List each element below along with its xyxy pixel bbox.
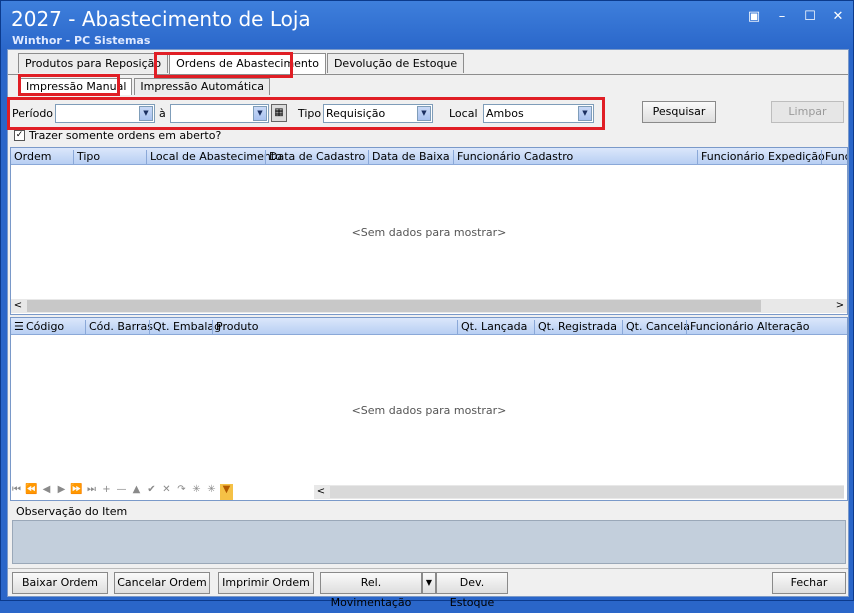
close-icon[interactable]: ✕ xyxy=(831,9,845,24)
chevron-down-icon[interactable]: ▼ xyxy=(422,572,436,594)
observacao-label: Observação do Item xyxy=(16,505,128,518)
col-produto[interactable]: Produto xyxy=(212,320,258,334)
col-local-abastecimento[interactable]: Local de Abastecimento xyxy=(146,150,282,164)
chevron-down-icon[interactable]: ▼ xyxy=(578,106,592,121)
col-funcionario-expedicao[interactable]: Funcionário Expedição xyxy=(697,150,825,164)
periodo-de-field[interactable]: ▼ xyxy=(55,104,155,123)
itens-grid[interactable]: ☰ Código Cód. Barras Qt. Embalag Produto… xyxy=(10,317,848,501)
checkbox-checked-icon[interactable]: ✓ xyxy=(14,130,25,141)
itens-grid-header: ☰ Código Cód. Barras Qt. Embalag Produto… xyxy=(11,318,847,335)
col-ordem[interactable]: Ordem xyxy=(11,150,51,164)
col-qt-lancada[interactable]: Qt. Lançada xyxy=(457,320,527,334)
minimize-icon[interactable]: – xyxy=(775,9,789,24)
tab-divider xyxy=(8,74,848,75)
fechar-button[interactable]: Fechar xyxy=(772,572,846,594)
filter-icon[interactable]: ▼ xyxy=(220,484,233,500)
navigator-bar: ⏮ ⏪ ◀ ▶ ⏩ ⏭ + — ▲ ✔ ✕ ↷ ✳ ✳ ▼ xyxy=(10,484,233,500)
chevron-down-icon[interactable]: ▼ xyxy=(253,106,267,121)
rel-movimentacao-button[interactable]: Rel. Movimentação xyxy=(320,572,422,609)
chevron-down-icon[interactable]: ▼ xyxy=(139,106,153,121)
observacao-field[interactable] xyxy=(12,520,846,564)
col-qt-registrada[interactable]: Qt. Registrada xyxy=(534,320,617,334)
prev-record-icon[interactable]: ◀ xyxy=(40,484,53,500)
local-label: Local xyxy=(449,107,478,120)
calendar-icon[interactable]: ▦ xyxy=(271,104,287,122)
dev-estoque-button[interactable]: Dev. Estoque xyxy=(436,572,508,609)
next-page-icon[interactable]: ⏩ xyxy=(70,484,83,500)
imprimir-ordem-button[interactable]: Imprimir Ordem xyxy=(218,572,314,594)
chevron-right-icon[interactable]: > xyxy=(833,299,847,313)
refresh-icon[interactable]: ↷ xyxy=(175,484,188,500)
tab-devolucao-estoque[interactable]: Devolução de Estoque xyxy=(326,53,465,73)
next-record-icon[interactable]: ▶ xyxy=(55,484,68,500)
app-window: 2027 - Abastecimento de Loja Winthor - P… xyxy=(0,0,854,609)
col-data-cadastro[interactable]: Data de Cadastro xyxy=(265,150,365,164)
a-label: à xyxy=(159,107,166,120)
maximize-icon[interactable]: ☐ xyxy=(803,9,817,24)
post-icon[interactable]: ✔ xyxy=(145,484,158,500)
local-value: Ambos xyxy=(486,107,524,120)
edit-icon[interactable]: ▲ xyxy=(130,484,143,500)
cancel-icon[interactable]: ✕ xyxy=(160,484,173,500)
horizontal-scrollbar[interactable]: < xyxy=(314,485,844,499)
empty-message: <Sem dados para mostrar> xyxy=(351,404,507,417)
cancelar-ordem-button[interactable]: Cancelar Ordem xyxy=(114,572,210,594)
tab-impressao-automatica[interactable]: Impressão Automática xyxy=(134,78,270,95)
baixar-ordem-button[interactable]: Baixar Ordem xyxy=(12,572,108,594)
restore-icon[interactable]: ▣ xyxy=(747,9,761,24)
prev-page-icon[interactable]: ⏪ xyxy=(25,484,38,500)
delete-icon[interactable]: — xyxy=(115,484,128,500)
ordens-grid[interactable]: Ordem Tipo Local de Abastecimento Data d… xyxy=(10,147,848,315)
periodo-ate-field[interactable]: ▼ xyxy=(170,104,269,123)
limpar-button[interactable]: Limpar xyxy=(771,101,844,123)
col-func[interactable]: Func xyxy=(821,150,847,164)
tipo-label: Tipo xyxy=(298,107,322,120)
window-title: 2027 - Abastecimento de Loja xyxy=(11,7,311,31)
insert-icon[interactable]: + xyxy=(100,484,113,500)
col-codigo[interactable]: Código xyxy=(23,320,64,334)
col-cod-barras[interactable]: Cód. Barras xyxy=(85,320,153,334)
col-qt-embalagem[interactable]: Qt. Embalag xyxy=(149,320,221,334)
highlight-tab-manual xyxy=(18,74,120,96)
somente-abertas-checkbox[interactable]: ✓ Trazer somente ordens em aberto? xyxy=(14,129,221,142)
col-tipo[interactable]: Tipo xyxy=(73,150,100,164)
goto-bookmark-icon[interactable]: ✳ xyxy=(205,484,218,500)
window-controls: ▣ – ☐ ✕ xyxy=(747,9,845,24)
chevron-left-icon[interactable]: < xyxy=(11,299,25,313)
first-record-icon[interactable]: ⏮ xyxy=(10,484,23,500)
column-chooser-icon[interactable]: ☰ xyxy=(11,320,24,334)
checkbox-label: Trazer somente ordens em aberto? xyxy=(29,129,222,142)
tipo-value: Requisição xyxy=(326,107,386,120)
col-qt-cancelada[interactable]: Qt. Cancela xyxy=(622,320,690,334)
scroll-thumb[interactable] xyxy=(27,300,761,312)
bookmark-icon[interactable]: ✳ xyxy=(190,484,203,500)
tipo-select[interactable]: Requisição ▼ xyxy=(323,104,433,123)
tab-produtos-reposicao[interactable]: Produtos para Reposição xyxy=(18,53,169,73)
button-bar: Baixar Ordem Cancelar Ordem Imprimir Ord… xyxy=(8,568,848,609)
ordens-grid-header: Ordem Tipo Local de Abastecimento Data d… xyxy=(11,148,847,165)
last-record-icon[interactable]: ⏭ xyxy=(85,484,98,500)
chevron-down-icon[interactable]: ▼ xyxy=(417,106,431,121)
periodo-label: Período xyxy=(12,107,54,120)
pesquisar-button[interactable]: Pesquisar xyxy=(642,101,716,123)
client-area: Produtos para Reposição Ordens de Abaste… xyxy=(7,49,849,609)
highlight-tab-ordens xyxy=(154,52,293,78)
chevron-left-icon[interactable]: < xyxy=(314,485,328,499)
col-data-baixa[interactable]: Data de Baixa xyxy=(368,150,450,164)
scroll-thumb[interactable] xyxy=(330,486,844,498)
window-subtitle: Winthor - PC Sistemas xyxy=(12,34,151,47)
local-select[interactable]: Ambos ▼ xyxy=(483,104,594,123)
empty-message: <Sem dados para mostrar> xyxy=(351,226,507,239)
col-funcionario-alteracao[interactable]: Funcionário Alteração xyxy=(686,320,809,334)
col-funcionario-cadastro[interactable]: Funcionário Cadastro xyxy=(453,150,573,164)
horizontal-scrollbar[interactable]: < > xyxy=(11,299,847,313)
